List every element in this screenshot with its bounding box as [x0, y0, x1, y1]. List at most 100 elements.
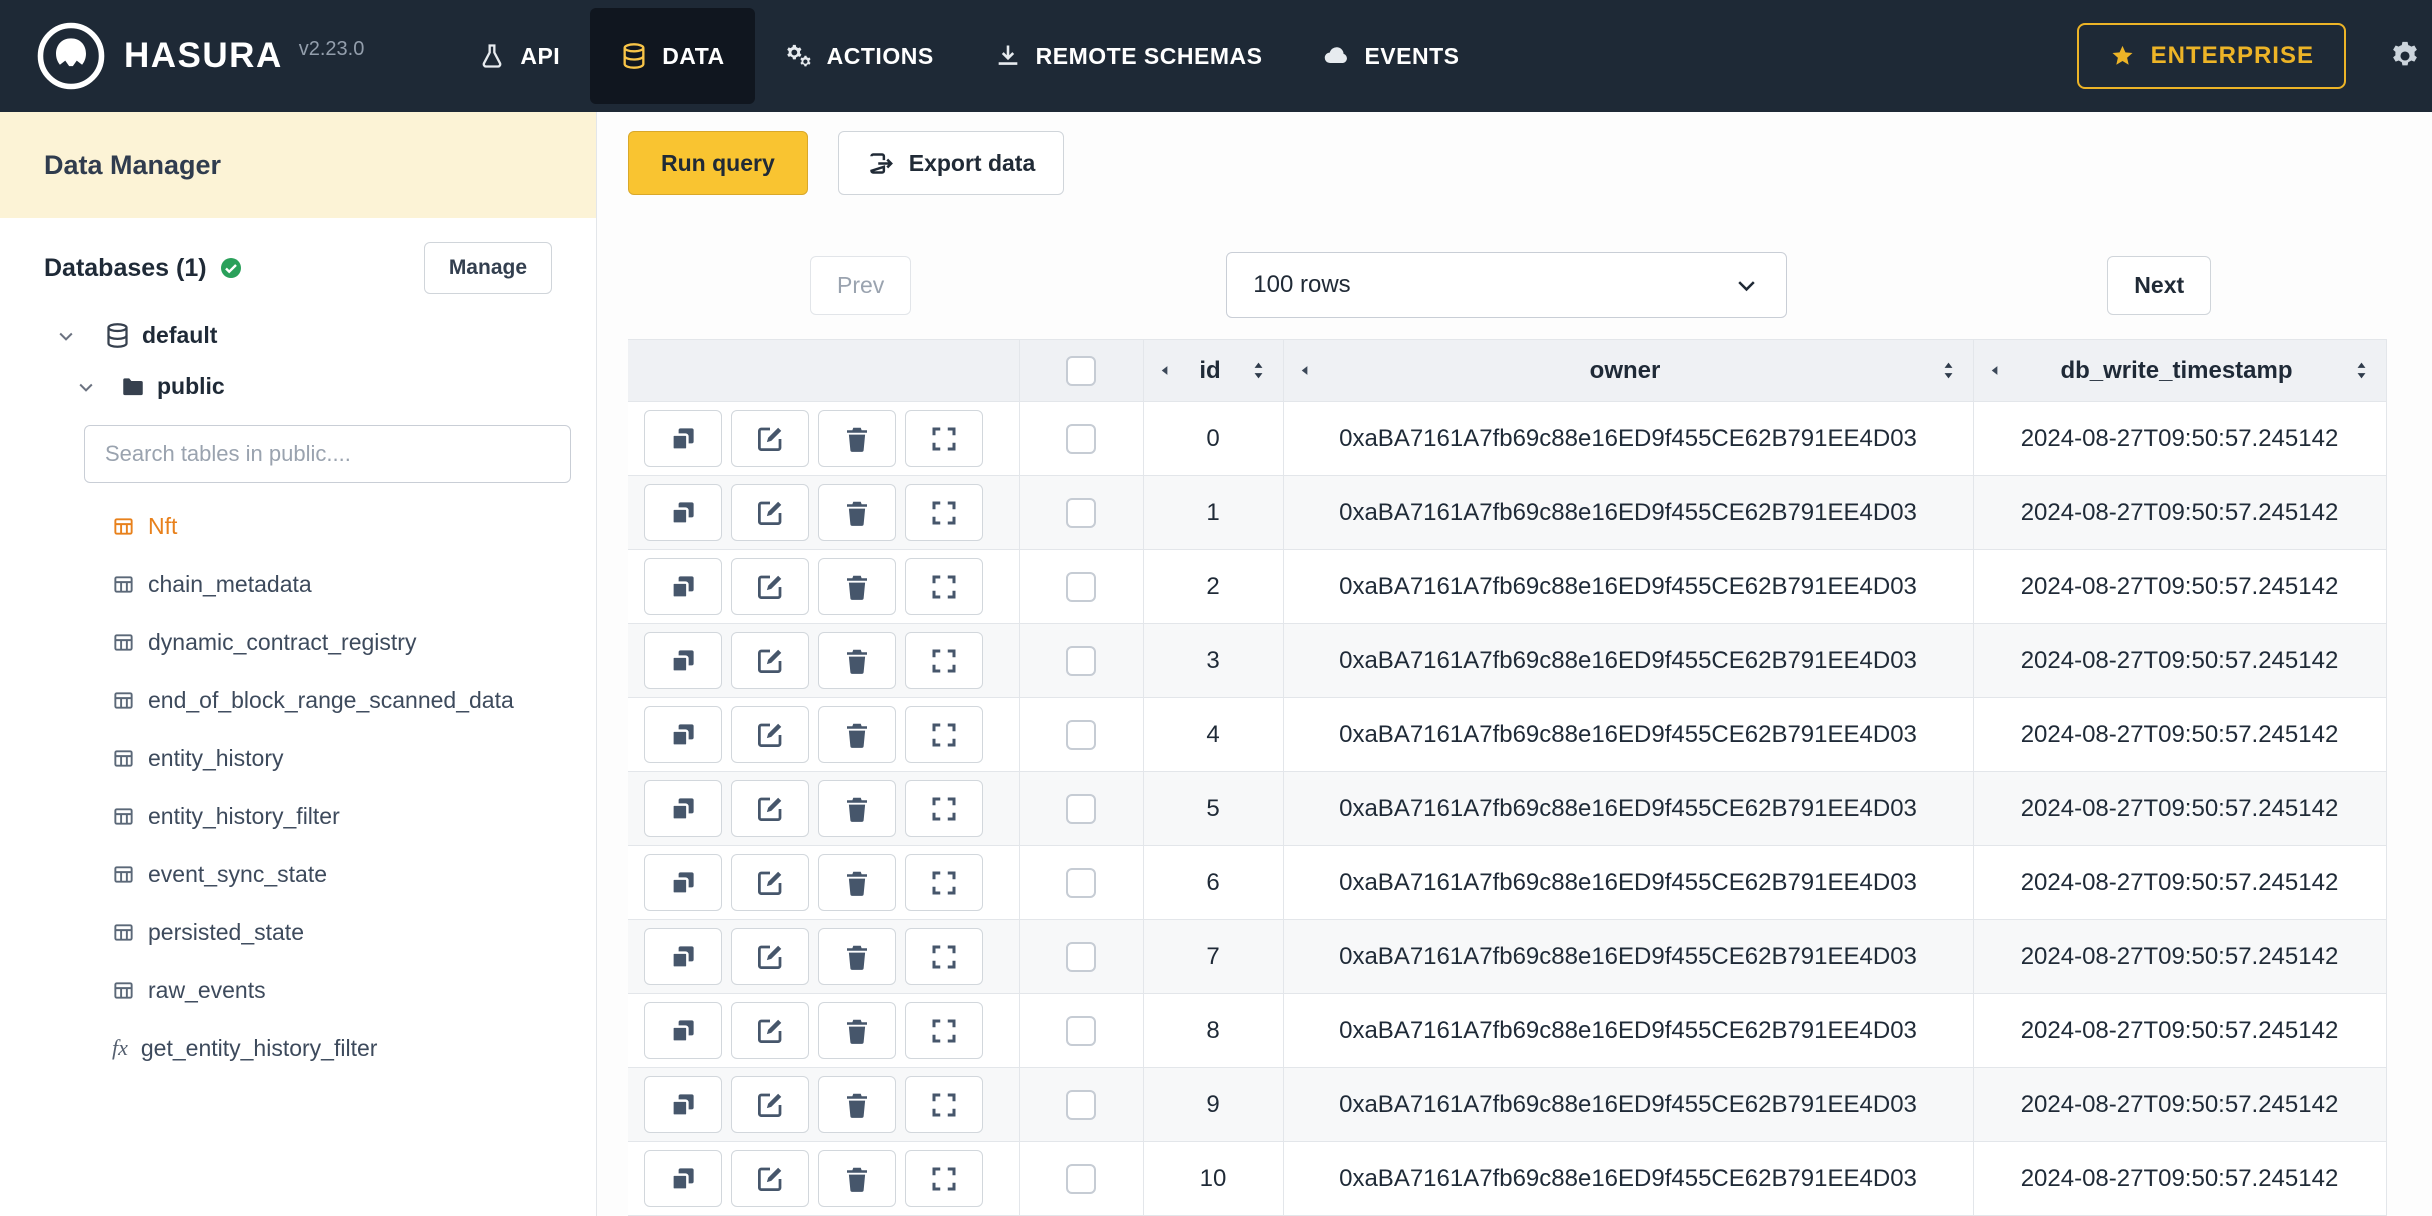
row-checkbox[interactable] [1066, 793, 1096, 824]
expand-row-button[interactable] [905, 1076, 983, 1133]
sidebar-table-item[interactable]: Nft [0, 497, 596, 555]
column-header-id[interactable]: id [1143, 339, 1284, 402]
expand-row-button[interactable] [905, 1002, 983, 1059]
expand-row-button[interactable] [905, 558, 983, 615]
delete-row-button[interactable] [818, 780, 896, 837]
row-checkbox[interactable] [1066, 867, 1096, 898]
clone-row-button[interactable] [644, 854, 722, 911]
edit-row-button[interactable] [731, 928, 809, 985]
sort-icon[interactable] [1248, 360, 1269, 381]
tree-node-schema[interactable]: public [0, 373, 596, 400]
row-checkbox[interactable] [1066, 645, 1096, 676]
nav-item-events[interactable]: EVENTS [1292, 8, 1489, 104]
nav-item-actions[interactable]: ACTIONS [755, 8, 964, 104]
export-data-button[interactable]: Export data [837, 131, 1065, 195]
delete-row-button[interactable] [818, 1002, 896, 1059]
edit-row-button[interactable] [731, 1076, 809, 1133]
manage-button[interactable]: Manage [423, 242, 552, 294]
sort-icon[interactable] [1938, 360, 1959, 381]
sidebar-table-item[interactable]: persisted_state [0, 903, 596, 961]
expand-row-button[interactable] [905, 854, 983, 911]
clone-row-button[interactable] [644, 410, 722, 467]
tree-node-database[interactable]: default [0, 322, 596, 349]
edit-row-button[interactable] [731, 780, 809, 837]
sidebar-table-item[interactable]: dynamic_contract_registry [0, 613, 596, 671]
row-checkbox[interactable] [1066, 719, 1096, 750]
edit-row-button[interactable] [731, 410, 809, 467]
edit-row-button[interactable] [731, 1002, 809, 1059]
expand-row-button[interactable] [905, 1150, 983, 1207]
enterprise-label: ENTERPRISE [2150, 42, 2314, 69]
clone-row-button[interactable] [644, 484, 722, 541]
expand-icon [929, 1016, 959, 1046]
chevron-down-icon[interactable] [76, 377, 96, 397]
edit-row-button[interactable] [731, 558, 809, 615]
sidebar-table-item[interactable]: raw_events [0, 961, 596, 1019]
row-checkbox[interactable] [1066, 423, 1096, 454]
expand-row-button[interactable] [905, 484, 983, 541]
delete-row-button[interactable] [818, 928, 896, 985]
next-page-button[interactable]: Next [2107, 255, 2212, 315]
expand-row-button[interactable] [905, 410, 983, 467]
row-checkbox[interactable] [1066, 1089, 1096, 1120]
expand-row-button[interactable] [905, 706, 983, 763]
column-header-owner[interactable]: owner [1283, 339, 1974, 402]
rows-per-page-select[interactable]: 100 rows [1226, 252, 1788, 318]
nav-item-api[interactable]: API [448, 8, 590, 104]
delete-row-button[interactable] [818, 706, 896, 763]
edit-row-button[interactable] [731, 632, 809, 689]
row-checkbox[interactable] [1066, 571, 1096, 602]
sidebar-table-item[interactable]: entity_history [0, 729, 596, 787]
column-header-db-write-timestamp[interactable]: db_write_timestamp [1973, 339, 2387, 402]
edit-row-button[interactable] [731, 854, 809, 911]
clone-row-button[interactable] [644, 780, 722, 837]
run-query-button[interactable]: Run query [628, 131, 808, 195]
collapse-column-icon[interactable] [1158, 363, 1173, 378]
nav-item-remote-schemas[interactable]: REMOTE SCHEMAS [964, 8, 1293, 104]
delete-row-button[interactable] [818, 558, 896, 615]
search-tables-input[interactable] [84, 425, 571, 483]
copy-icon [668, 868, 698, 898]
collapse-column-icon[interactable] [1298, 363, 1313, 378]
delete-row-button[interactable] [818, 410, 896, 467]
row-checkbox[interactable] [1066, 497, 1096, 528]
clone-row-button[interactable] [644, 1002, 722, 1059]
expand-row-button[interactable] [905, 780, 983, 837]
delete-row-button[interactable] [818, 1150, 896, 1207]
sidebar-table-item[interactable]: end_of_block_range_scanned_data [0, 671, 596, 729]
collapse-column-icon[interactable] [1988, 363, 2003, 378]
function-icon: fx [112, 1035, 128, 1060]
delete-row-button[interactable] [818, 632, 896, 689]
sort-icon[interactable] [2351, 360, 2372, 381]
delete-row-button[interactable] [818, 1076, 896, 1133]
chevron-down-icon[interactable] [56, 326, 76, 346]
edit-row-button[interactable] [731, 706, 809, 763]
row-checkbox[interactable] [1066, 1015, 1096, 1046]
clone-row-button[interactable] [644, 1076, 722, 1133]
edit-row-button[interactable] [731, 1150, 809, 1207]
row-checkbox[interactable] [1066, 941, 1096, 972]
clone-row-button[interactable] [644, 632, 722, 689]
pagination-bar: Prev 100 rows Next [628, 251, 2432, 319]
row-checkbox[interactable] [1066, 1163, 1096, 1194]
select-all-checkbox[interactable] [1066, 355, 1096, 386]
sidebar-table-item[interactable]: entity_history_filter [0, 787, 596, 845]
sidebar-function-item[interactable]: fx get_entity_history_filter [0, 1019, 596, 1077]
prev-page-button[interactable]: Prev [810, 255, 912, 315]
clone-row-button[interactable] [644, 558, 722, 615]
expand-row-button[interactable] [905, 632, 983, 689]
delete-row-button[interactable] [818, 854, 896, 911]
delete-row-button[interactable] [818, 484, 896, 541]
clone-row-button[interactable] [644, 928, 722, 985]
enterprise-button[interactable]: ENTERPRISE [2076, 23, 2346, 89]
cell-id: 4 [1143, 697, 1284, 772]
sidebar-table-item[interactable]: chain_metadata [0, 555, 596, 613]
edit-row-button[interactable] [731, 484, 809, 541]
nav-item-data[interactable]: DATA [590, 8, 755, 104]
expand-row-button[interactable] [905, 928, 983, 985]
settings-gear-icon[interactable] [2388, 39, 2422, 73]
clone-row-button[interactable] [644, 1150, 722, 1207]
sidebar-table-item[interactable]: event_sync_state [0, 845, 596, 903]
top-nav-bar: HASURA v2.23.0 API DATA ACTIONS REMOTE SCHE… [0, 0, 2432, 112]
clone-row-button[interactable] [644, 706, 722, 763]
